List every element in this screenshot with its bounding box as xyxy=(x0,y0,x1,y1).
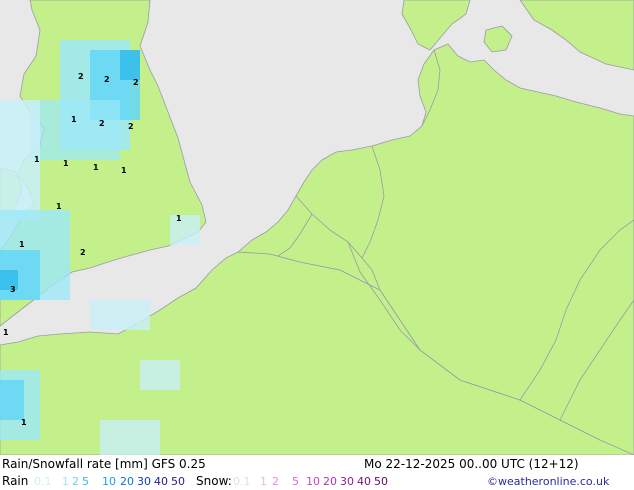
map-label: 1 xyxy=(176,214,182,223)
snow-legend-value: 30 xyxy=(340,475,354,488)
snow-legend-value: 10 xyxy=(306,475,320,488)
rain-legend-value: 50 xyxy=(171,475,185,488)
rain-legend-value: 40 xyxy=(154,475,168,488)
map-label: 1 xyxy=(34,155,40,164)
map-label: 1 xyxy=(121,166,127,175)
snow-legend-value: 50 xyxy=(374,475,388,488)
snow-legend-label: Snow: xyxy=(196,474,232,488)
map-label: 2 xyxy=(133,78,139,87)
map-label: 2 xyxy=(78,72,84,81)
legend-footer: Rain/Snowfall rate [mm] GFS 0.25 Mo 22-1… xyxy=(0,455,634,490)
snow-legend-value: 1 xyxy=(260,475,267,488)
rain-legend-value: 30 xyxy=(137,475,151,488)
map-label: 1 xyxy=(21,418,27,427)
snow-legend-value: 5 xyxy=(292,475,299,488)
rain-legend-value: 1 xyxy=(62,475,69,488)
rain-legend-value: 2 xyxy=(72,475,79,488)
map-label: 2 xyxy=(128,122,134,131)
forecast-datetime: Mo 22-12-2025 00..00 UTC (12+12) xyxy=(364,457,579,471)
map-label: 1 xyxy=(3,328,9,337)
precipitation-map xyxy=(0,0,634,455)
map-label: 1 xyxy=(71,115,77,124)
map-label: 3 xyxy=(10,285,16,294)
rain-legend-value: 10 xyxy=(102,475,116,488)
map-label: 1 xyxy=(63,159,69,168)
map-label: 1 xyxy=(19,240,25,249)
map-label: 2 xyxy=(80,248,86,257)
map-label: 2 xyxy=(99,119,105,128)
snow-legend-value: 2 xyxy=(272,475,279,488)
rain-legend-label: Rain xyxy=(2,474,29,488)
rain-legend-value: 5 xyxy=(82,475,89,488)
snow-legend-value: 20 xyxy=(323,475,337,488)
map-label: 1 xyxy=(93,163,99,172)
map-label: 1 xyxy=(56,202,62,211)
snow-legend-value: 0.1 xyxy=(233,475,251,488)
credit-link[interactable]: ©weatheronline.co.uk xyxy=(487,475,609,489)
snow-legend-value: 40 xyxy=(357,475,371,488)
map-title: Rain/Snowfall rate [mm] GFS 0.25 xyxy=(2,457,206,471)
rain-legend-value: 0.1 xyxy=(34,475,52,488)
map-label: 2 xyxy=(104,75,110,84)
rain-legend-value: 20 xyxy=(120,475,134,488)
